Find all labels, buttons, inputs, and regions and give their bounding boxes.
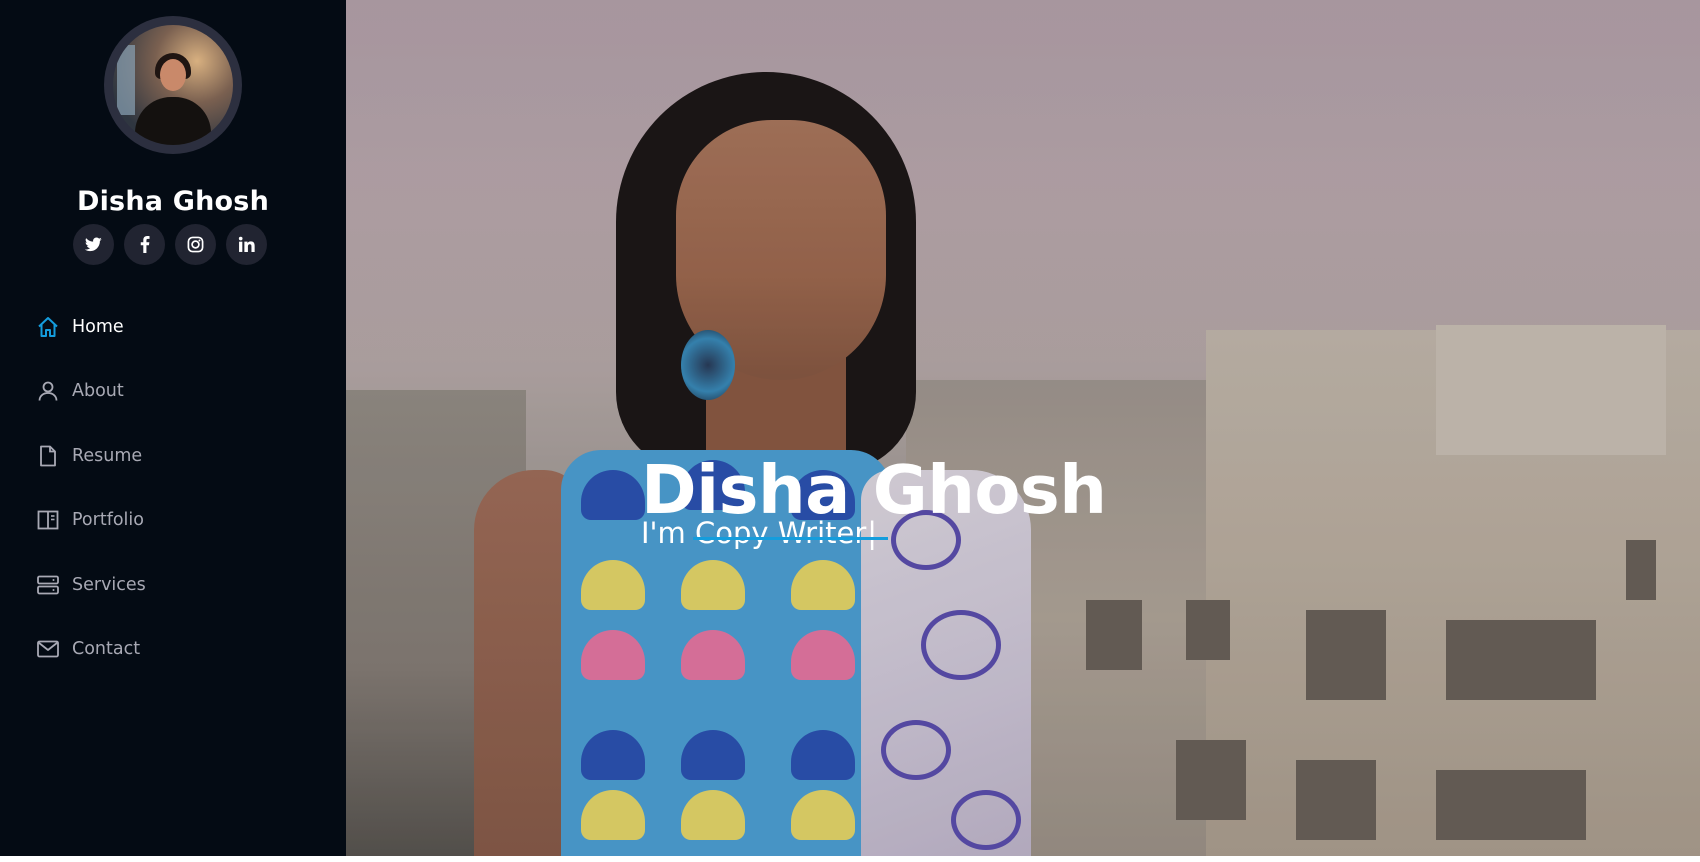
file-icon [34, 442, 62, 470]
nav-item-resume[interactable]: Resume [34, 436, 314, 476]
nav-item-services[interactable]: Services [34, 565, 314, 605]
instagram-link[interactable] [175, 224, 216, 265]
nav-label-about: About [72, 381, 124, 401]
linkedin-icon [238, 236, 255, 252]
nav-item-about[interactable]: About [34, 371, 314, 411]
hero-title: Disha Ghosh [641, 450, 1107, 529]
social-links [73, 224, 273, 266]
nav-item-contact[interactable]: Contact [34, 629, 314, 669]
book-icon [34, 506, 62, 534]
page: Disha Ghosh Home About Resume Portfolio … [0, 0, 1700, 862]
envelope-icon [34, 635, 62, 663]
avatar-frame [104, 16, 242, 154]
nav-label-home: Home [72, 317, 124, 337]
nav-item-portfolio[interactable]: Portfolio [34, 500, 314, 540]
nav-label-resume: Resume [72, 446, 143, 466]
profile-name: Disha Ghosh [76, 186, 269, 218]
nav-label-contact: Contact [72, 639, 141, 659]
home-icon [34, 313, 62, 341]
sidebar: Disha Ghosh Home About Resume Portfolio … [0, 0, 346, 856]
typed-text: I'm Copy Writer [641, 516, 867, 550]
hero-underline [693, 537, 888, 540]
nav-label-portfolio: Portfolio [72, 510, 144, 530]
facebook-link[interactable] [124, 224, 165, 265]
nav-item-home[interactable]: Home [34, 307, 314, 347]
user-icon [34, 377, 62, 405]
instagram-icon [187, 236, 204, 253]
typed-cursor: | [867, 516, 878, 550]
twitter-link[interactable] [73, 224, 114, 265]
twitter-icon [85, 237, 102, 252]
hero-subtitle: I'm Copy Writer| [641, 519, 877, 548]
hero-section: Disha Ghosh I'm Copy Writer| [346, 0, 1700, 856]
avatar [113, 25, 233, 145]
nav-label-services: Services [72, 575, 146, 595]
facebook-icon [140, 236, 150, 253]
server-icon [34, 571, 62, 599]
linkedin-link[interactable] [226, 224, 267, 265]
